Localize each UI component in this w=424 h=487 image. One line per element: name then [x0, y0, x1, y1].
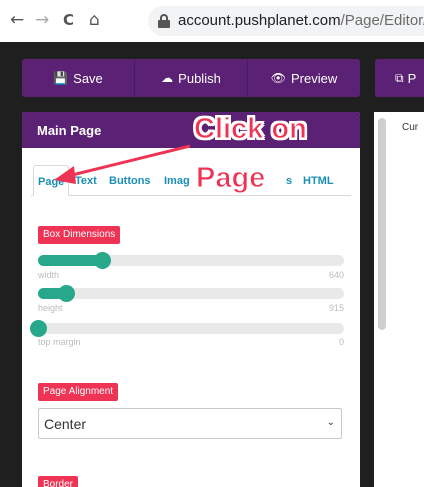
url-domain: account.pushplanet.com — [178, 12, 341, 29]
secondary-toolbar-button[interactable]: ⧉ P — [375, 59, 424, 97]
tab-buttons[interactable]: Buttons — [109, 175, 151, 187]
preview-panel: Cur — [374, 112, 424, 487]
annotation-text-page: Page — [195, 162, 266, 195]
back-arrow-icon[interactable]: ← — [10, 9, 24, 31]
url-text: account.pushplanet.com/Page/Editor/ — [178, 12, 424, 30]
tab-text[interactable]: Text — [75, 175, 97, 187]
width-slider-handle[interactable] — [94, 252, 112, 269]
page-settings-panel: Main Page Page Text Buttons Imag s HTML … — [22, 112, 360, 487]
height-value: 915 — [328, 303, 344, 313]
copy-icon: ⧉ — [395, 70, 404, 85]
page-alignment-select[interactable]: Center ⌄ — [38, 408, 342, 439]
top-margin-slider[interactable] — [30, 320, 344, 337]
width-slider-fill — [38, 255, 103, 266]
width-value: 640 — [328, 270, 344, 280]
top-margin-value: 0 — [338, 337, 344, 347]
height-label: height — [38, 303, 63, 313]
height-slider-handle[interactable] — [57, 285, 75, 302]
forward-arrow-icon[interactable]: → — [35, 9, 49, 31]
editor-toolbar: 💾 Save ☁ Publish 👁 Preview — [22, 59, 360, 97]
lock-icon — [158, 14, 170, 28]
url-path: /Page/Editor/ — [340, 12, 424, 29]
publish-button[interactable]: ☁ Publish — [135, 59, 248, 97]
secondary-toolbar-label: P — [407, 70, 417, 86]
width-label: width — [38, 270, 60, 280]
border-label: Border — [38, 476, 79, 487]
chevron-down-icon: ⌄ — [326, 417, 335, 428]
height-slider[interactable] — [38, 285, 344, 302]
tab-page[interactable]: Page — [33, 165, 69, 196]
tab-forms[interactable]: s — [286, 175, 292, 187]
box-dimensions-label: Box Dimensions — [38, 226, 121, 244]
panel-title: Main Page — [22, 112, 360, 148]
save-label: Save — [73, 70, 103, 86]
editor-app: 💾 Save ☁ Publish 👁 Preview ⧉ P Main Page… — [0, 42, 424, 487]
top-margin-label: top margin — [38, 337, 81, 347]
top-margin-slider-handle[interactable] — [30, 320, 47, 337]
preview-button[interactable]: 👁 Preview — [248, 59, 360, 97]
home-icon[interactable]: ⌂ — [89, 9, 100, 31]
cloud-upload-icon: ☁ — [161, 71, 174, 85]
reload-icon[interactable]: C — [63, 9, 74, 31]
eye-icon: 👁 — [270, 71, 286, 85]
preview-text: Cur — [402, 122, 419, 133]
tab-images[interactable]: Imag — [164, 175, 190, 187]
scrollbar[interactable] — [378, 118, 386, 330]
save-icon: 💾 — [53, 71, 69, 85]
tab-html[interactable]: HTML — [303, 175, 334, 187]
page-alignment-label: Page Alignment — [38, 383, 119, 401]
preview-label: Preview — [290, 70, 338, 86]
width-slider[interactable] — [38, 252, 344, 269]
publish-label: Publish — [178, 70, 221, 86]
browser-toolbar: ← → C ⌂ account.pushplanet.com/Page/Edit… — [0, 0, 424, 42]
page-alignment-value: Center — [44, 416, 87, 432]
settings-tabs: Page Text Buttons Imag s HTML — [31, 162, 351, 196]
address-bar[interactable]: account.pushplanet.com/Page/Editor/ — [148, 6, 424, 36]
save-button[interactable]: 💾 Save — [22, 59, 135, 97]
annotation-text-click-on: Click on — [194, 113, 308, 146]
